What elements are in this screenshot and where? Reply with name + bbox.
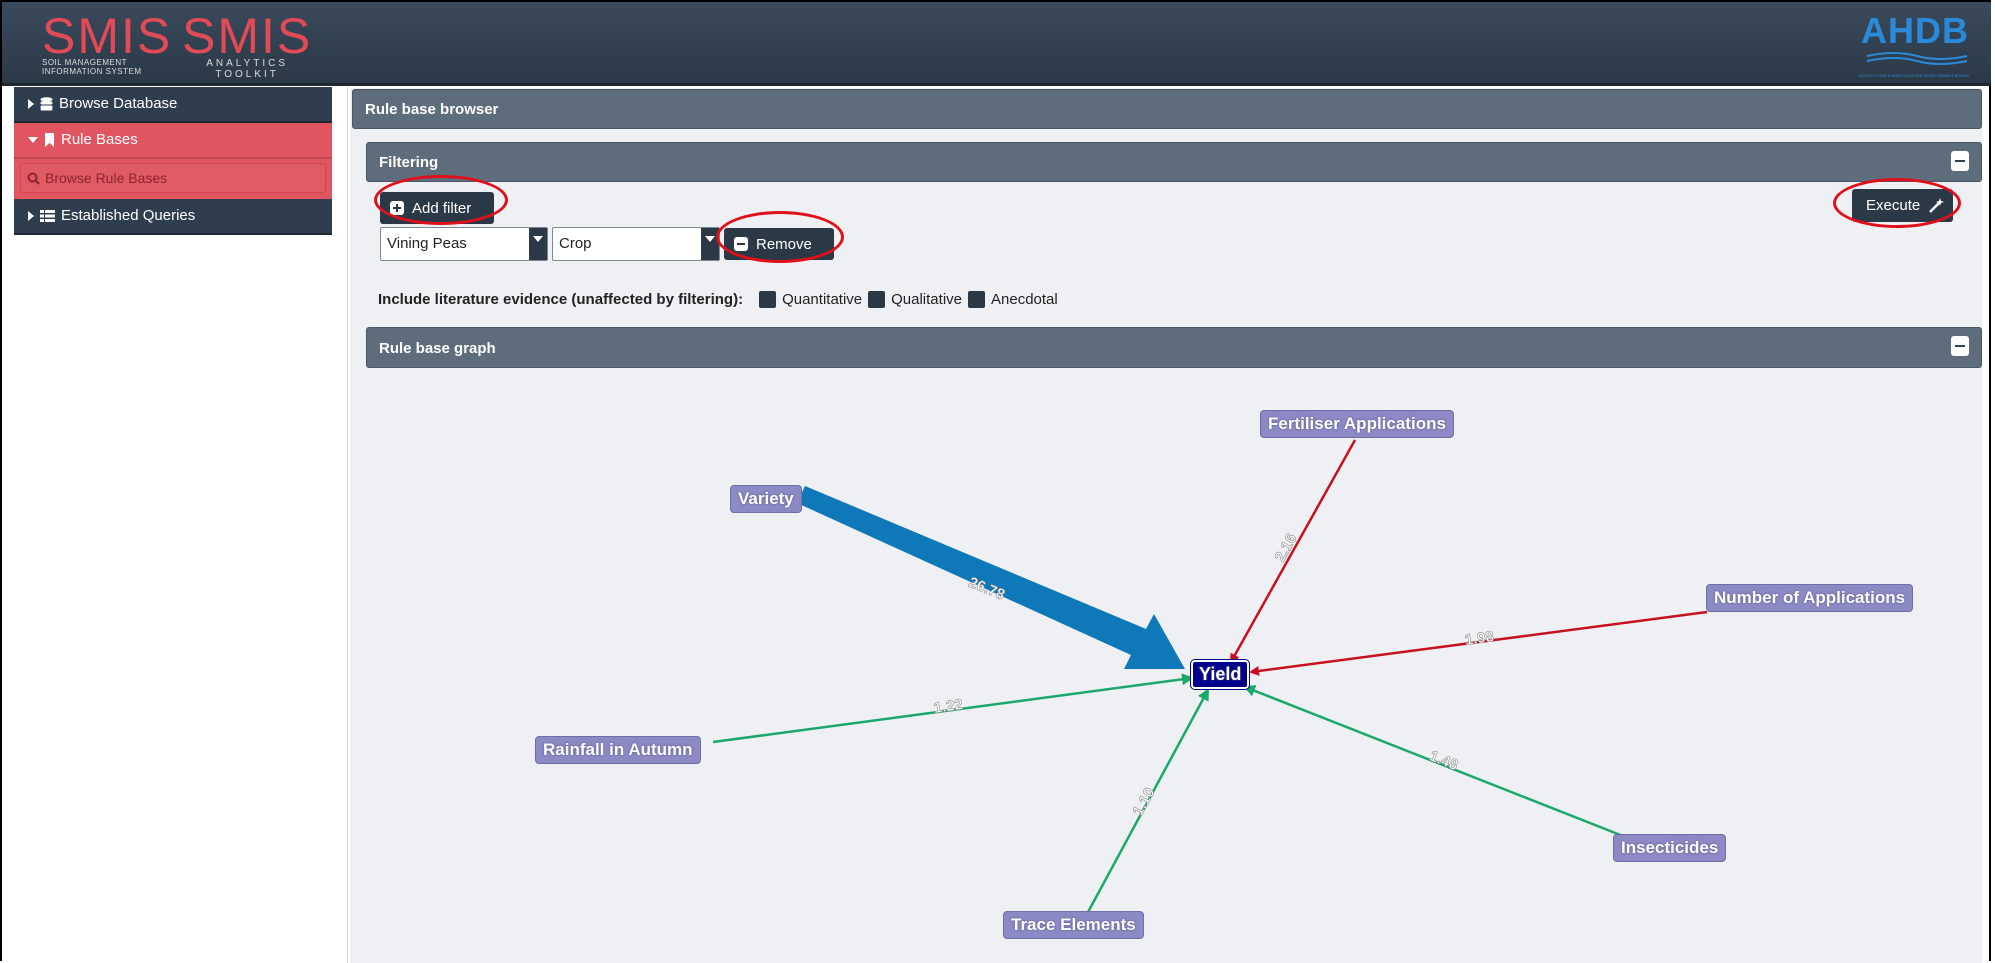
qualitative-label: Qualitative [891,291,962,308]
execute-label: Execute [1866,197,1921,214]
evidence-options: Include literature evidence (unaffected … [378,291,1058,308]
smis-analytics-logo[interactable]: SMIS ANALYTICS TOOLKIT [182,8,313,80]
table-list-icon [40,210,55,222]
graph-node-trace-elements[interactable]: Trace Elements [1003,911,1144,939]
filter-value-select[interactable]: Vining Peas [380,227,548,261]
plus-square-icon [390,201,404,215]
rule-base-graph[interactable]: 2.16 1.98 26.78 1.22 1.10 1.48 Yield Fer… [365,372,1981,963]
graph-node-yield[interactable]: Yield [1189,659,1251,690]
magic-wand-icon [1929,197,1945,213]
graph-node-insecticides[interactable]: Insecticides [1613,834,1727,862]
smis-analytics-logo-text: SMIS [182,8,313,64]
execute-button[interactable]: Execute [1852,189,1953,222]
ahdb-logo-text: AHDB [1861,10,1969,51]
sidebar-item-rule-bases[interactable]: Rule Bases [14,123,332,159]
caret-right-icon [28,99,34,109]
smis-logo-line2: INFORMATION SYSTEM [42,67,142,76]
quantitative-label: Quantitative [782,291,863,308]
sidebar: Browse Database Rule Bases Browse Rule B… [14,87,332,235]
ahdb-subtitle: AGRICULTURE & HORTICULTURE DEVELOPMENT B… [1858,73,1969,78]
graph-title: Rule base graph [379,340,496,357]
page-title: Rule base browser [365,101,499,118]
ahdb-logo[interactable]: AHDB AGRICULTURE & HORTICULTURE DEVELOPM… [1858,10,1969,79]
smis-logo-text: SMIS [42,8,173,64]
sidebar-submenu: Browse Rule Bases [14,159,332,199]
smis-analytics-line2: TOOLKIT [215,69,279,80]
anecdotal-checkbox[interactable] [968,291,985,308]
ahdb-wave-icon [1866,52,1968,65]
filtering-title: Filtering [379,154,439,171]
qualitative-checkbox[interactable] [868,291,886,308]
graph-node-fertiliser-applications[interactable]: Fertiliser Applications [1260,410,1454,438]
bookmark-icon [45,133,54,147]
minus-icon [1955,345,1965,347]
evidence-label: Include literature evidence (unaffected … [378,291,744,308]
add-filter-label: Add filter [412,199,472,217]
sidebar-item-browse-database[interactable]: Browse Database [14,87,332,123]
graph-edges: 2.16 1.98 26.78 1.22 1.10 1.48 [712,439,1708,915]
graph-node-number-of-applications[interactable]: Number of Applications [1706,584,1914,612]
chevron-down-icon [701,228,719,260]
anecdotal-label: Anecdotal [991,291,1058,308]
remove-label: Remove [756,235,812,253]
rule-base-browser-header: Rule base browser [352,89,1982,129]
edge-weight-fertiliser: 2.16 [1272,531,1301,565]
database-icon [40,97,53,111]
sidebar-item-label: Established Queries [61,207,196,224]
graph-collapse-button[interactable] [1951,336,1969,356]
search-icon [27,172,40,185]
caret-right-icon [28,211,34,221]
remove-filter-button[interactable]: Remove [724,228,834,260]
quantitative-checkbox[interactable] [759,291,777,308]
chevron-down-icon [529,228,547,260]
sidebar-item-established-queries[interactable]: Established Queries [14,199,332,235]
smis-logo[interactable]: SMIS SOIL MANAGEMENT INFORMATION SYSTEM [42,8,173,76]
sidebar-item-browse-rule-bases[interactable]: Browse Rule Bases [20,163,326,193]
top-navbar: SMIS SOIL MANAGEMENT INFORMATION SYSTEM … [2,2,1991,86]
graph-node-variety[interactable]: Variety [730,485,802,513]
edge-weight-number-applications: 1.98 [1464,628,1495,649]
minus-square-icon [734,237,748,251]
rule-base-graph-header: Rule base graph [366,327,1982,368]
minus-icon [1955,160,1965,162]
filtering-panel-header: Filtering [366,142,1982,182]
filtering-collapse-button[interactable] [1951,151,1969,171]
sidebar-item-label: Browse Database [59,95,178,112]
filter-type-select[interactable]: Crop [552,227,720,261]
caret-down-icon [28,137,38,143]
sidebar-item-label: Rule Bases [61,131,138,148]
edge-weight-insecticides: 1.48 [1427,747,1460,774]
graph-node-rainfall-in-autumn[interactable]: Rainfall in Autumn [535,736,701,764]
add-filter-button[interactable]: Add filter [380,192,494,224]
filter-value-text: Vining Peas [387,235,467,252]
filter-type-text: Crop [559,235,592,252]
sidebar-item-label: Browse Rule Bases [45,170,168,186]
main-divider [347,87,348,963]
edge-variety [797,486,1185,669]
edge-weight-rainfall: 1.22 [933,696,964,717]
